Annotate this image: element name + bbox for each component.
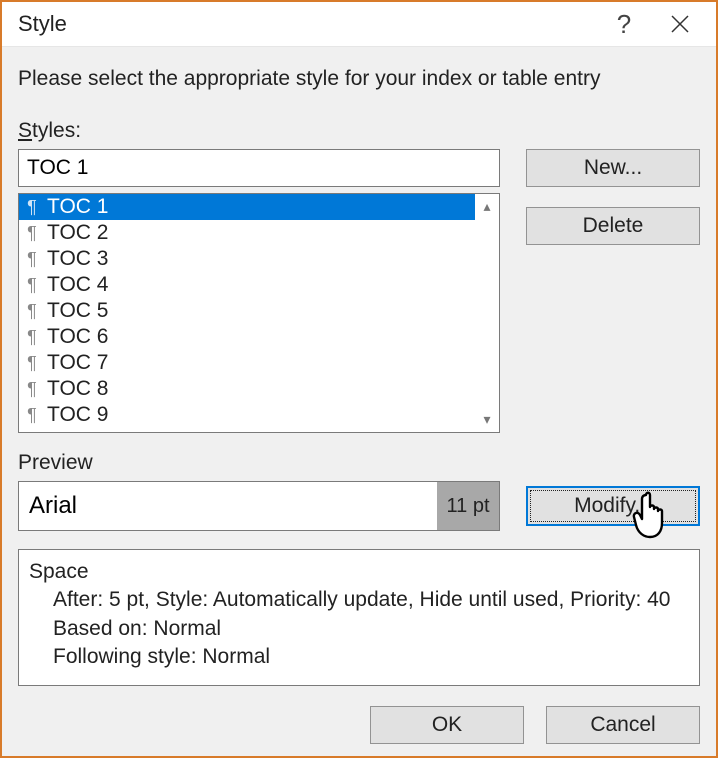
modify-button[interactable]: Modify... [526, 486, 700, 526]
ok-button[interactable]: OK [370, 706, 524, 744]
list-item[interactable]: ¶ TOC 5 [19, 298, 475, 324]
pilcrow-icon: ¶ [23, 223, 41, 244]
list-item[interactable]: ¶ TOC 1 [19, 194, 475, 220]
desc-line1: After: 5 pt, Style: Automatically update… [29, 586, 689, 614]
style-description: Space After: 5 pt, Style: Automatically … [18, 549, 700, 686]
preview-row: Arial 11 pt Modify... [18, 481, 700, 531]
delete-button[interactable]: Delete [526, 207, 700, 245]
scroll-up-icon[interactable]: ▴ [483, 198, 490, 215]
styles-right-column: New... Delete [526, 149, 700, 433]
preview-left-column: Arial 11 pt [18, 481, 500, 531]
pilcrow-icon: ¶ [23, 301, 41, 322]
list-item[interactable]: ¶ TOC 3 [19, 246, 475, 272]
close-icon [670, 14, 690, 34]
styles-left-column: ¶ TOC 1 ¶ TOC 2 ¶ TOC 3 ¶ TOC 4 ¶ TOC 5 ¶ TOC 6 ¶ TOC… [18, 149, 500, 433]
pilcrow-icon: ¶ [23, 197, 41, 218]
style-dialog: Style ? Please select the appropriate st… [0, 0, 718, 758]
list-item-label: TOC 9 [47, 403, 108, 427]
list-item-label: TOC 1 [47, 195, 108, 219]
pilcrow-icon: ¶ [23, 249, 41, 270]
styles-listbox[interactable]: ¶ TOC 1 ¶ TOC 2 ¶ TOC 3 ¶ TOC 4 ¶ TOC 5 ¶ TOC 6 ¶ TOC… [18, 193, 500, 433]
list-item-label: TOC 8 [47, 377, 108, 401]
list-item[interactable]: ¶ TOC 8 [19, 376, 475, 402]
list-item[interactable]: ¶ TOC 6 [19, 324, 475, 350]
list-item-label: TOC 5 [47, 299, 108, 323]
pilcrow-icon: ¶ [23, 353, 41, 374]
close-button[interactable] [652, 2, 708, 46]
desc-line2: Based on: Normal [29, 615, 689, 643]
instruction-text: Please select the appropriate style for … [18, 67, 700, 91]
preview-label: Preview [18, 451, 700, 475]
preview-box: Arial 11 pt [18, 481, 500, 531]
pilcrow-icon: ¶ [23, 275, 41, 296]
list-item[interactable]: ¶ TOC 4 [19, 272, 475, 298]
pilcrow-icon: ¶ [23, 405, 41, 426]
list-item[interactable]: ¶ TOC 2 [19, 220, 475, 246]
cancel-button[interactable]: Cancel [546, 706, 700, 744]
styles-label: Styles: [18, 119, 700, 143]
dialog-buttons-row: OK Cancel [18, 706, 700, 744]
preview-font-name: Arial [19, 482, 437, 530]
new-button[interactable]: New... [526, 149, 700, 187]
style-name-input[interactable] [18, 149, 500, 187]
dialog-body: Please select the appropriate style for … [2, 47, 716, 760]
list-item-label: TOC 2 [47, 221, 108, 245]
scroll-down-icon[interactable]: ▾ [483, 411, 490, 428]
list-item[interactable]: ¶ TOC 7 [19, 350, 475, 376]
styles-row: ¶ TOC 1 ¶ TOC 2 ¶ TOC 3 ¶ TOC 4 ¶ TOC 5 ¶ TOC 6 ¶ TOC… [18, 149, 700, 433]
window-title: Style [18, 11, 596, 37]
desc-heading: Space [29, 558, 689, 586]
help-button[interactable]: ? [596, 2, 652, 46]
titlebar: Style ? [2, 2, 716, 47]
desc-line3: Following style: Normal [29, 643, 689, 671]
preview-right-column: Modify... [526, 481, 700, 531]
list-item-label: TOC 7 [47, 351, 108, 375]
list-item[interactable]: ¶ TOC 9 [19, 402, 475, 428]
styles-list-items: ¶ TOC 1 ¶ TOC 2 ¶ TOC 3 ¶ TOC 4 ¶ TOC 5 ¶ TOC 6 ¶ TOC… [19, 194, 475, 432]
list-item-label: TOC 6 [47, 325, 108, 349]
pilcrow-icon: ¶ [23, 327, 41, 348]
pilcrow-icon: ¶ [23, 379, 41, 400]
list-item-label: TOC 4 [47, 273, 108, 297]
preview-font-size: 11 pt [437, 482, 499, 530]
list-scrollbar[interactable]: ▴ ▾ [475, 194, 499, 432]
list-item-label: TOC 3 [47, 247, 108, 271]
